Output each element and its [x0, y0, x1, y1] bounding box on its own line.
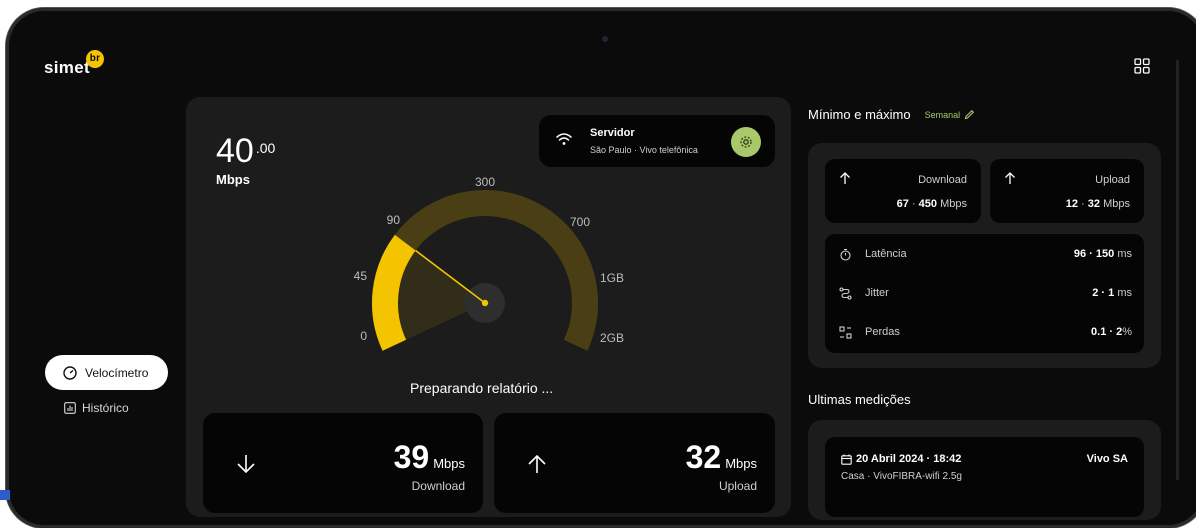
minmax-title: Mínimo e máximo	[808, 107, 911, 122]
camera-dot	[602, 36, 608, 42]
gauge-tick-label: 300	[475, 175, 495, 189]
jitter-row: Jitter 2 · 1 ms	[839, 283, 1132, 303]
loss-value: 0.1 · 2%	[1091, 326, 1132, 338]
list-item[interactable]: 20 Abril 2024 · 18:42 Vivo SA Casa · Viv…	[825, 437, 1144, 517]
arrow-up-icon	[840, 172, 850, 184]
recent-date: 20 Abril 2024 · 18:42	[856, 453, 962, 465]
upload-value-group: 32 Mbps	[686, 439, 757, 476]
download-unit: Mbps	[433, 456, 465, 471]
upload-label: Upload	[718, 479, 757, 493]
logo-badge: br	[86, 50, 104, 68]
minmax-upload-unit: Mbps	[1103, 198, 1130, 210]
pencil-icon	[964, 109, 975, 120]
arrow-up-icon	[528, 454, 546, 473]
period-selector[interactable]: Semanal	[925, 109, 976, 120]
jitter-value: 2 · 1 ms	[1092, 287, 1132, 299]
speed-unit: Mbps	[216, 172, 250, 187]
server-title: Servidor	[590, 127, 635, 139]
minmax-download-label: Download	[918, 174, 967, 186]
latency-range: 96 · 150	[1073, 248, 1115, 260]
loss-range: 0.1 · 2	[1091, 326, 1123, 338]
calendar-icon	[841, 454, 852, 465]
speed-value: 40	[216, 132, 254, 170]
minmax-upload-max: 32	[1087, 198, 1101, 210]
minmax-download: Download 67 · 450 Mbps	[825, 159, 981, 223]
logo-text: simet	[44, 58, 90, 77]
upload-card: 32 Mbps Upload	[494, 413, 775, 513]
loss-row: Perdas 0.1 · 2%	[839, 322, 1132, 342]
gauge-tick-label: 2GB	[600, 331, 624, 345]
latency-label: Latência	[865, 248, 907, 260]
app-logo: simet br	[44, 50, 104, 78]
minmax-upload-min: 12	[1065, 198, 1078, 210]
stopwatch-icon	[840, 248, 851, 261]
corner-accent	[0, 490, 10, 500]
minmax-panel: Download 67 · 450 Mbps Upload 12 · 32 Mb…	[808, 143, 1161, 368]
chart-icon	[64, 402, 76, 414]
speed-gauge: 0 45 90 300 700 1GB 2GB	[354, 175, 624, 351]
gauge-needle-pivot	[481, 299, 489, 307]
route-icon	[839, 286, 852, 300]
gauge-tick-label: 45	[354, 269, 368, 283]
minmax-header: Mínimo e máximo Semanal	[808, 107, 975, 122]
server-settings-button[interactable]	[731, 127, 761, 157]
recent-operator: Vivo SA	[1086, 453, 1128, 465]
minmax-metrics: Latência 96 · 150 ms Jitter 2 · 1 ms Per…	[825, 234, 1144, 353]
speed-decimals: .00	[255, 140, 276, 156]
minmax-download-range: 67 · 450 Mbps	[896, 198, 967, 210]
minmax-download-min: 67	[896, 198, 909, 210]
nav-history-label: Histórico	[82, 401, 129, 415]
packet-loss-icon	[839, 325, 852, 339]
recent-panel: 20 Abril 2024 · 18:42 Vivo SA Casa · Viv…	[808, 420, 1161, 520]
gauge-tick-label: 90	[387, 213, 401, 227]
gauge-tick-label: 0	[360, 329, 367, 343]
jitter-unit: ms	[1117, 287, 1132, 299]
period-label: Semanal	[924, 109, 961, 120]
gauge-tick-label: 1GB	[600, 271, 624, 285]
minmax-download-max: 450	[918, 198, 938, 210]
server-subtitle: São Paulo · Vivo telefônica	[590, 145, 698, 155]
nav-speedometer[interactable]: Velocímetro	[45, 355, 168, 390]
minmax-upload-range: 12 · 32 Mbps	[1065, 198, 1130, 210]
recent-title: Ultimas medições	[808, 392, 911, 407]
loss-unit: %	[1122, 326, 1132, 338]
server-panel: Servidor São Paulo · Vivo telefônica	[539, 115, 775, 167]
download-value: 39	[393, 439, 430, 475]
download-label: Download	[411, 479, 465, 493]
arrow-up-icon	[1005, 172, 1015, 184]
arrow-down-icon	[237, 455, 255, 474]
gauge-tick-label: 700	[570, 215, 590, 229]
upload-value: 32	[685, 439, 722, 475]
nav-speedometer-label: Velocímetro	[85, 365, 149, 380]
current-speed: 40.00	[216, 132, 275, 171]
gear-icon	[740, 136, 752, 148]
latency-unit: ms	[1117, 248, 1132, 260]
minmax-upload: Upload 12 · 32 Mbps	[990, 159, 1144, 223]
scrollbar[interactable]	[1176, 60, 1179, 480]
grid-icon[interactable]	[1134, 58, 1150, 74]
latency-row: Latência 96 · 150 ms	[839, 244, 1132, 264]
nav-history[interactable]: Histórico	[64, 401, 129, 415]
minmax-download-unit: Mbps	[940, 198, 967, 210]
minmax-upload-label: Upload	[1095, 174, 1130, 186]
jitter-label: Jitter	[865, 287, 889, 299]
recent-location: Casa · VivoFIBRA-wifi 2.5g	[841, 471, 962, 482]
wifi-icon	[556, 133, 572, 145]
upload-unit: Mbps	[725, 456, 757, 471]
jitter-range: 2 · 1	[1092, 287, 1115, 299]
speedometer-icon	[63, 365, 77, 380]
download-value-group: 39 Mbps	[394, 439, 465, 476]
loss-label: Perdas	[865, 326, 900, 338]
latency-value: 96 · 150 ms	[1074, 248, 1132, 260]
status-text: Preparando relatório ...	[410, 380, 554, 396]
download-card: 39 Mbps Download	[203, 413, 483, 513]
recent-date-group: 20 Abril 2024 · 18:42	[841, 453, 961, 465]
